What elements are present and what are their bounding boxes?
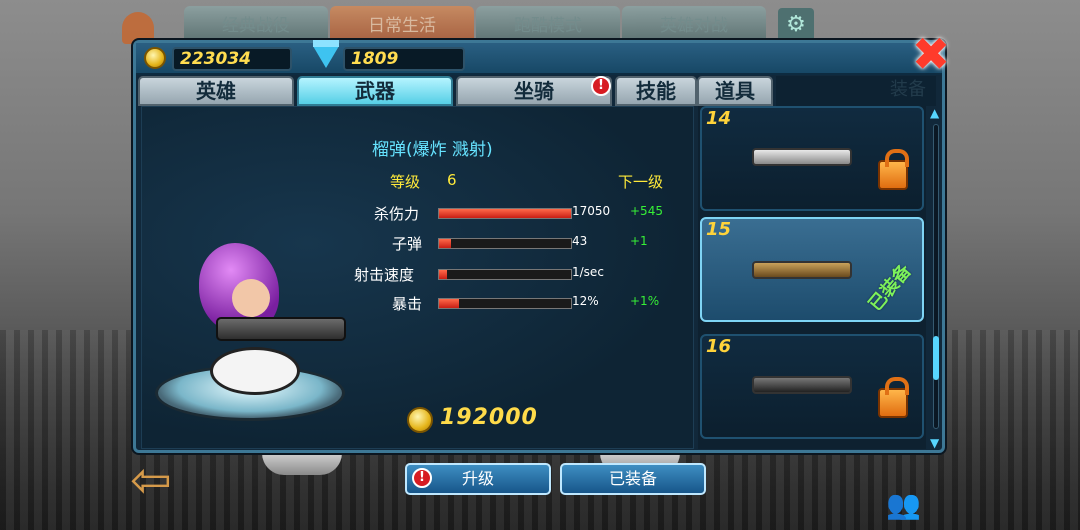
friends-icon[interactable]: 👥 xyxy=(886,488,942,524)
upgrade-button[interactable]: ! 升级 xyxy=(405,463,551,495)
list-item[interactable]: 16 xyxy=(700,334,924,439)
scroll-track xyxy=(933,124,939,429)
equipped-tag: 已装备 xyxy=(864,260,916,316)
stat-value: 1/sec xyxy=(572,265,604,279)
stat-value: 43 xyxy=(572,234,588,248)
background-button xyxy=(262,453,342,475)
grenade-launcher-icon xyxy=(752,261,852,279)
coin-icon xyxy=(407,407,433,433)
lock-icon xyxy=(878,377,909,418)
stat-bar xyxy=(438,298,572,309)
stat-increase: +1% xyxy=(630,294,660,308)
gem-icon xyxy=(313,40,339,68)
stat-label: 射击速度 xyxy=(354,266,415,284)
weapon-number: 15 xyxy=(706,219,732,240)
alert-icon: ! xyxy=(412,468,432,488)
list-item[interactable]: 15 已装备 xyxy=(700,217,924,322)
next-level-label: 下一级 xyxy=(618,173,664,191)
close-icon[interactable]: ✖ xyxy=(911,31,951,77)
weapon-panel: 223034 1809 ✖ 英雄 武器 坐骑 ! 技能 道具 装备 榴弹(爆炸 … xyxy=(133,31,950,495)
tab-skill[interactable]: 技能 xyxy=(615,76,697,106)
hero-face xyxy=(232,279,270,317)
weapon-name: 榴弹(爆炸 溅射) xyxy=(372,140,493,160)
stat-value: 12% xyxy=(572,294,599,308)
lock-icon xyxy=(878,149,909,190)
top-tab-parkour-mode[interactable]: 跑酷模式 xyxy=(476,6,620,42)
scroll-thumb[interactable] xyxy=(933,336,939,380)
upgrade-price: 192000 xyxy=(440,405,538,430)
weapon-list[interactable]: 14 15 已装备 16 xyxy=(698,106,926,449)
tab-mount[interactable]: 坐骑 xyxy=(456,76,612,106)
stat-bar xyxy=(438,269,572,280)
hero-weapon xyxy=(216,317,346,341)
stat-bar xyxy=(438,208,572,219)
scroll-down-icon[interactable]: ▼ xyxy=(930,436,939,450)
equipped-button[interactable]: 已装备 xyxy=(560,463,706,495)
top-tab-hero-battle[interactable]: 英雄对战 xyxy=(622,6,766,42)
stat-label: 杀伤力 xyxy=(374,205,420,223)
stat-increase: +1 xyxy=(630,234,648,248)
level-value: 6 xyxy=(447,171,457,189)
stat-increase: +545 xyxy=(630,204,663,218)
tab-item[interactable]: 道具 xyxy=(697,76,773,106)
panda-mount xyxy=(210,347,300,395)
upgrade-button-label: 升级 xyxy=(461,469,494,488)
coin-count: 223034 xyxy=(172,47,292,71)
top-tab-daily-life[interactable]: 日常生活 xyxy=(330,6,474,42)
weapon-number: 14 xyxy=(706,108,732,129)
gem-count: 1809 xyxy=(343,47,465,71)
stat-bar xyxy=(438,238,572,249)
back-arrow-icon[interactable]: ⇦ xyxy=(130,455,202,505)
weapon-number: 16 xyxy=(706,336,732,357)
scroll-up-icon[interactable]: ▲ xyxy=(930,106,939,120)
stat-value: 17050 xyxy=(572,204,611,218)
tab-weapon[interactable]: 武器 xyxy=(297,76,453,106)
list-item[interactable]: 14 xyxy=(700,106,924,211)
gear-icon[interactable]: ⚙ xyxy=(778,8,814,42)
tab-equip: 装备 xyxy=(776,76,936,106)
coin-icon xyxy=(144,47,166,69)
list-scrollbar[interactable]: ▲ ▼ xyxy=(930,106,942,450)
currency-bar: 223034 1809 xyxy=(136,40,942,75)
top-tab-classic-campaign[interactable]: 经典战役 xyxy=(184,6,328,42)
stat-label: 暴击 xyxy=(392,295,423,313)
level-label: 等级 xyxy=(390,173,421,191)
alert-icon: ! xyxy=(591,76,611,96)
weapon-detail: 榴弹(爆炸 溅射) 等级 6 下一级 杀伤力 17050 +545 子弹 43 … xyxy=(141,106,706,495)
stat-label: 子弹 xyxy=(392,235,423,253)
rocket-launcher-icon xyxy=(752,376,852,394)
shotgun-icon xyxy=(752,148,852,166)
tab-hero[interactable]: 英雄 xyxy=(138,76,294,106)
